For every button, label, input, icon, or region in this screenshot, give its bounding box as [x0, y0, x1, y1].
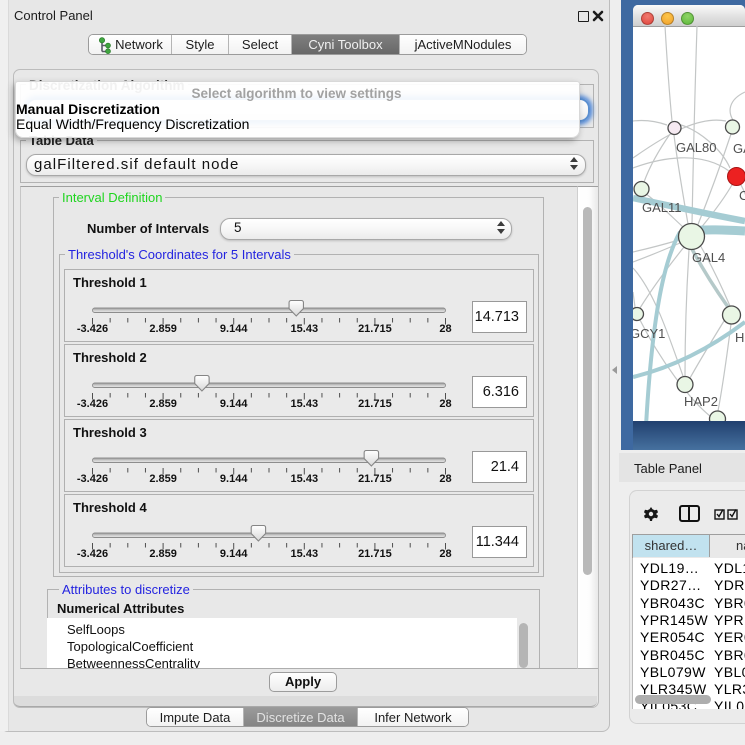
- svg-text:GCY1: GCY1: [633, 326, 665, 341]
- svg-text:C: C: [739, 188, 745, 203]
- svg-text:GAL11: GAL11: [642, 200, 682, 215]
- svg-text:GAL4: GAL4: [692, 250, 725, 265]
- svg-text:GA: GA: [733, 141, 745, 156]
- svg-text:HAP2: HAP2: [684, 394, 718, 409]
- svg-text:HI: HI: [735, 330, 745, 345]
- svg-text:GAL80: GAL80: [676, 140, 716, 155]
